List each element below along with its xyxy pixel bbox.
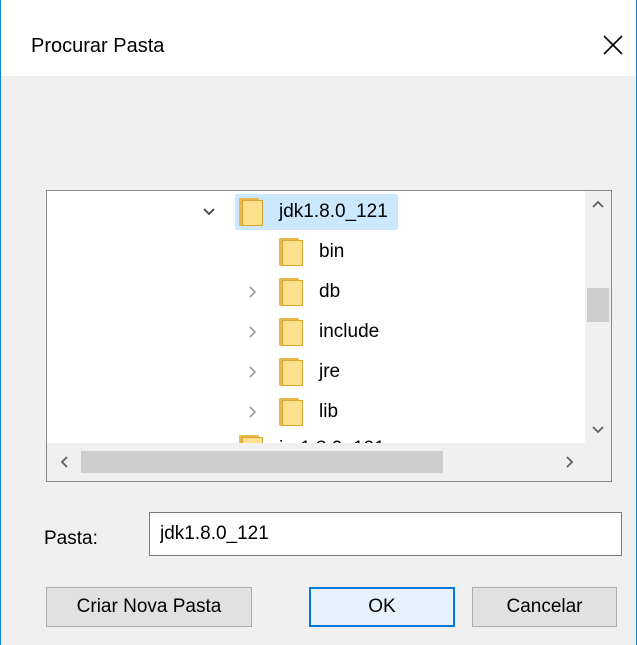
folder-icon xyxy=(279,238,303,266)
tree-item-jre[interactable]: jre xyxy=(245,354,344,390)
tree-item-selection: jdk1.8.0_121 xyxy=(235,194,398,230)
dialog-title: Procurar Pasta xyxy=(31,35,165,57)
chevron-right-icon[interactable] xyxy=(245,404,261,420)
scrollbar-corner xyxy=(585,443,611,481)
folder-icon xyxy=(279,318,303,346)
folder-tree[interactable]: jdk1.8.0_121 bin db include jre lib xyxy=(46,190,612,482)
browse-folder-dialog: Procurar Pasta jdk1.8.0_121 bin db inclu… xyxy=(0,0,637,645)
tree-viewport: jdk1.8.0_121 bin db include jre lib xyxy=(47,191,587,443)
horizontal-scroll-thumb[interactable] xyxy=(81,451,443,473)
tree-item-include[interactable]: include xyxy=(245,314,383,350)
chevron-right-icon[interactable] xyxy=(245,324,261,340)
tree-item-label: jre xyxy=(319,361,341,382)
tree-item-lib[interactable]: lib xyxy=(245,394,342,430)
new-folder-button[interactable]: Criar Nova Pasta xyxy=(46,587,252,627)
folder-field-label: Pasta: xyxy=(44,528,98,549)
scroll-up-button[interactable] xyxy=(585,191,611,217)
chevron-up-icon xyxy=(592,200,604,208)
chevron-down-icon xyxy=(592,426,604,434)
cancel-button[interactable]: Cancelar xyxy=(472,587,617,627)
chevron-left-icon xyxy=(60,456,68,468)
close-icon xyxy=(603,35,623,55)
folder-icon xyxy=(279,278,303,306)
folder-icon xyxy=(279,358,303,386)
scroll-right-button[interactable] xyxy=(557,449,583,475)
horizontal-scrollbar[interactable] xyxy=(47,443,587,481)
tree-item-jre-sibling[interactable]: jre1.8.0_121 xyxy=(201,431,389,443)
chevron-right-icon xyxy=(566,456,574,468)
tree-item-label: jdk1.8.0_121 xyxy=(279,201,388,222)
chevron-down-icon[interactable] xyxy=(201,204,217,220)
tree-item-label: db xyxy=(319,281,341,302)
chevron-right-icon[interactable] xyxy=(245,364,261,380)
vertical-scroll-thumb[interactable] xyxy=(587,288,609,322)
tree-item-db[interactable]: db xyxy=(245,274,344,310)
vertical-scrollbar[interactable] xyxy=(585,191,611,443)
tree-item-label: lib xyxy=(319,401,339,422)
ok-button[interactable]: OK xyxy=(309,587,455,627)
tree-item-bin[interactable]: bin xyxy=(245,234,348,270)
folder-icon xyxy=(279,398,303,426)
folder-path-input[interactable] xyxy=(149,512,622,556)
tree-item-label: bin xyxy=(319,241,345,262)
close-button[interactable] xyxy=(590,22,636,68)
chevron-right-icon[interactable] xyxy=(245,284,261,300)
tree-item-label: jre1.8.0_121 xyxy=(275,434,389,443)
scroll-left-button[interactable] xyxy=(51,449,77,475)
tree-item-label: include xyxy=(319,321,380,342)
tree-item-jdk[interactable]: jdk1.8.0_121 xyxy=(201,194,398,230)
scroll-down-button[interactable] xyxy=(585,417,611,443)
folder-icon xyxy=(239,435,263,443)
folder-icon xyxy=(239,198,263,226)
title-bar: Procurar Pasta xyxy=(1,0,636,76)
